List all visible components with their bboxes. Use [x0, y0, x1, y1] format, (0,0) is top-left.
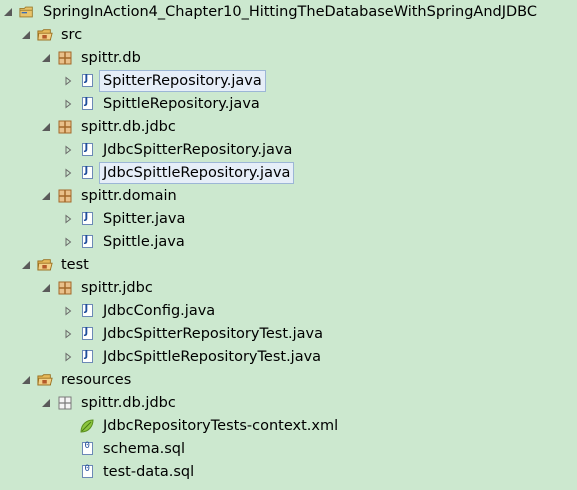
tree-label-test-data-sql: test-data.sql: [103, 463, 195, 480]
collapse-arrow-icon[interactable]: [62, 144, 74, 156]
java-file-icon: [79, 234, 95, 250]
java-file-icon: [79, 165, 95, 181]
tree-label-jdbc-spittle-repository-test: JdbcSpittleRepositoryTest.java: [103, 348, 322, 365]
tree-row-jdbc-spitter-repository[interactable]: JdbcSpitterRepository.java: [0, 138, 577, 161]
collapse-arrow-icon[interactable]: [62, 167, 74, 179]
project-explorer-tree: SpringInAction4_Chapter10_HittingTheData…: [0, 0, 577, 490]
java-file-icon: [79, 211, 95, 227]
resource-package-icon: [57, 395, 73, 411]
tree-label-jdbc-config: JdbcConfig.java: [103, 302, 216, 319]
tree-label-context-xml: JdbcRepositoryTests-context.xml: [103, 417, 339, 434]
tree-row-resources-package-db-jdbc[interactable]: spittr.db.jdbc: [0, 391, 577, 414]
expand-arrow-icon[interactable]: [2, 6, 14, 18]
java-file-icon: [79, 96, 95, 112]
tree-row-package-db-jdbc[interactable]: spittr.db.jdbc: [0, 115, 577, 138]
tree-row-context-xml[interactable]: JdbcRepositoryTests-context.xml: [0, 414, 577, 437]
tree-row-src[interactable]: src: [0, 23, 577, 46]
source-folder-icon: [37, 372, 53, 388]
tree-label-jdbc-spittle-repository: JdbcSpittleRepository.java: [99, 161, 295, 184]
project-folder-icon: [19, 4, 35, 20]
tree-label-package-db: spittr.db: [81, 49, 141, 66]
tree-label-spittle-java: Spittle.java: [103, 233, 185, 250]
tree-label-package-jdbc: spittr.jdbc: [81, 279, 153, 296]
package-icon: [57, 188, 73, 204]
collapse-arrow-icon[interactable]: [62, 236, 74, 248]
java-file-icon: [79, 349, 95, 365]
package-icon: [57, 50, 73, 66]
tree-label-project: SpringInAction4_Chapter10_HittingTheData…: [43, 3, 537, 20]
expand-arrow-icon[interactable]: [40, 121, 52, 133]
source-folder-icon: [37, 27, 53, 43]
tree-label-spitter-repository: SpitterRepository.java: [99, 69, 266, 92]
tree-row-jdbc-spitter-repository-test[interactable]: JdbcSpitterRepositoryTest.java: [0, 322, 577, 345]
spring-xml-file-icon: [79, 418, 95, 434]
java-file-icon: [79, 142, 95, 158]
java-file-icon: [79, 73, 95, 89]
expand-arrow-icon[interactable]: [20, 29, 32, 41]
expand-arrow-icon[interactable]: [20, 374, 32, 386]
tree-row-resources[interactable]: resources: [0, 368, 577, 391]
collapse-arrow-icon[interactable]: [62, 98, 74, 110]
tree-label-schema-sql: schema.sql: [103, 440, 186, 457]
tree-row-test-data-sql[interactable]: test-data.sql: [0, 460, 577, 483]
tree-label-spitter-java: Spitter.java: [103, 210, 186, 227]
tree-row-jdbc-config[interactable]: JdbcConfig.java: [0, 299, 577, 322]
java-file-icon: [79, 303, 95, 319]
tree-label-resources-package-db-jdbc: spittr.db.jdbc: [81, 394, 176, 411]
source-folder-icon: [37, 257, 53, 273]
expand-arrow-icon[interactable]: [40, 397, 52, 409]
tree-row-package-jdbc[interactable]: spittr.jdbc: [0, 276, 577, 299]
expand-arrow-icon[interactable]: [40, 190, 52, 202]
sql-file-icon: [79, 441, 95, 457]
collapse-arrow-icon[interactable]: [62, 351, 74, 363]
sql-file-icon: [79, 464, 95, 480]
tree-row-spitter-java[interactable]: Spitter.java: [0, 207, 577, 230]
package-icon: [57, 280, 73, 296]
tree-label-spittle-repository: SpittleRepository.java: [103, 95, 260, 112]
expand-arrow-icon[interactable]: [40, 282, 52, 294]
collapse-arrow-icon[interactable]: [62, 213, 74, 225]
tree-row-jdbc-spittle-repository[interactable]: JdbcSpittleRepository.java: [0, 161, 577, 184]
tree-label-jdbc-spitter-repository: JdbcSpitterRepository.java: [103, 141, 293, 158]
tree-label-package-domain: spittr.domain: [81, 187, 177, 204]
tree-label-jdbc-spitter-repository-test: JdbcSpitterRepositoryTest.java: [103, 325, 323, 342]
tree-row-jdbc-spittle-repository-test[interactable]: JdbcSpittleRepositoryTest.java: [0, 345, 577, 368]
tree-row-project[interactable]: SpringInAction4_Chapter10_HittingTheData…: [0, 0, 577, 23]
expand-arrow-icon[interactable]: [20, 259, 32, 271]
tree-label-package-db-jdbc: spittr.db.jdbc: [81, 118, 176, 135]
expand-arrow-icon[interactable]: [40, 52, 52, 64]
java-file-icon: [79, 326, 95, 342]
collapse-arrow-icon[interactable]: [62, 75, 74, 87]
tree-row-spittle-repository[interactable]: SpittleRepository.java: [0, 92, 577, 115]
tree-label-test: test: [61, 256, 89, 273]
tree-row-schema-sql[interactable]: schema.sql: [0, 437, 577, 460]
package-icon: [57, 119, 73, 135]
collapse-arrow-icon[interactable]: [62, 305, 74, 317]
tree-row-test[interactable]: test: [0, 253, 577, 276]
tree-label-resources: resources: [61, 371, 132, 388]
collapse-arrow-icon[interactable]: [62, 328, 74, 340]
tree-row-spittle-java[interactable]: Spittle.java: [0, 230, 577, 253]
tree-row-package-domain[interactable]: spittr.domain: [0, 184, 577, 207]
tree-row-spitter-repository[interactable]: SpitterRepository.java: [0, 69, 577, 92]
tree-row-package-db[interactable]: spittr.db: [0, 46, 577, 69]
tree-label-src: src: [61, 26, 83, 43]
